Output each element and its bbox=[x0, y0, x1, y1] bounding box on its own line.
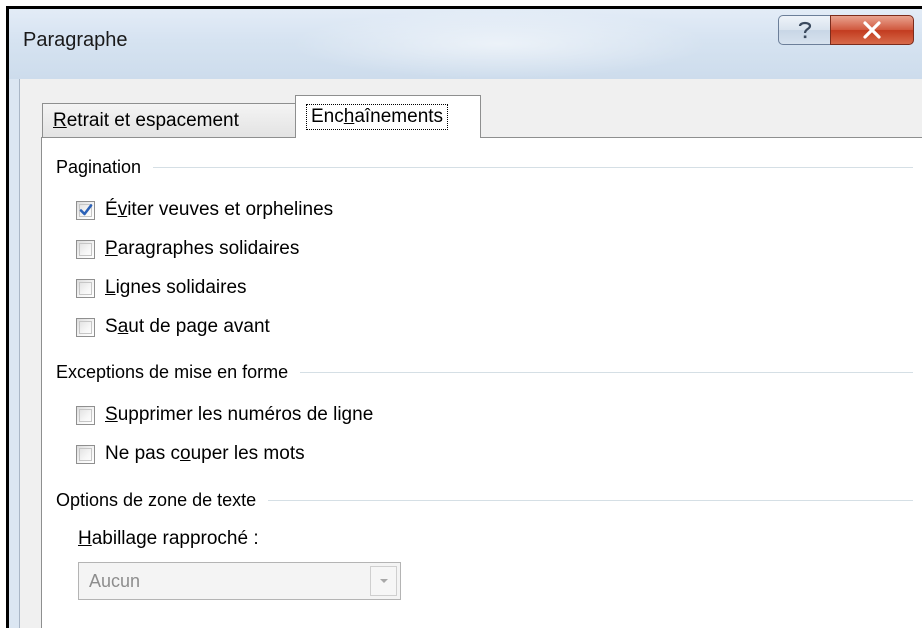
checkbox-label: Paragraphes solidaires bbox=[105, 238, 300, 259]
checkbox-supprimer-numeros[interactable]: Supprimer les numéros de ligne bbox=[76, 402, 373, 428]
checkbox[interactable] bbox=[76, 239, 95, 259]
habillage-select[interactable]: Aucun bbox=[78, 562, 401, 600]
title-bar: Paragraphe bbox=[9, 9, 922, 79]
habillage-label: Habillage rapproché : bbox=[78, 528, 259, 549]
tab-label: Retrait et espacement bbox=[53, 109, 239, 131]
checkbox-label: Éviter veuves et orphelines bbox=[105, 199, 334, 220]
group-title: Exceptions de mise en forme bbox=[56, 361, 289, 382]
tab-label: Enchaînements bbox=[306, 104, 449, 130]
checkbox-eviter-veuves[interactable]: Éviter veuves et orphelines bbox=[76, 197, 333, 223]
checkbox-paragraphes-solidaires[interactable]: Paragraphes solidaires bbox=[76, 236, 299, 262]
dropdown-button[interactable] bbox=[370, 566, 397, 596]
select-value: Aucun bbox=[89, 571, 141, 591]
chevron-down-icon bbox=[379, 579, 388, 583]
group-title: Options de zone de texte bbox=[56, 489, 257, 510]
question-mark-icon bbox=[798, 21, 811, 39]
close-x-icon bbox=[863, 21, 881, 39]
dialog-title: Paragraphe bbox=[23, 29, 128, 51]
checkbox[interactable] bbox=[76, 317, 95, 337]
checkbox[interactable] bbox=[76, 444, 95, 464]
checkbox-lignes-solidaires[interactable]: Lignes solidaires bbox=[76, 275, 247, 301]
separator bbox=[153, 166, 913, 168]
separator bbox=[300, 371, 913, 373]
checkbox[interactable] bbox=[76, 278, 95, 298]
close-button[interactable] bbox=[830, 15, 914, 45]
caption-buttons bbox=[778, 15, 914, 45]
checkbox-label: Ne pas couper les mots bbox=[105, 443, 305, 464]
group-title: Pagination bbox=[56, 156, 142, 177]
tab-enchainements[interactable]: Enchaînements bbox=[295, 95, 481, 138]
pagination-group-header: Pagination bbox=[56, 155, 913, 179]
checkbox-label: Saut de page avant bbox=[105, 316, 270, 337]
checkbox[interactable] bbox=[76, 405, 95, 425]
checkbox-ne-pas-couper[interactable]: Ne pas couper les mots bbox=[76, 441, 305, 467]
checkbox-label: Lignes solidaires bbox=[105, 277, 247, 298]
checkbox[interactable] bbox=[76, 200, 95, 220]
separator bbox=[268, 499, 913, 501]
exceptions-group-header: Exceptions de mise en forme bbox=[56, 360, 913, 384]
textbox-options-group-header: Options de zone de texte bbox=[56, 488, 913, 512]
tab-panel: Pagination Éviter veuves et orphelines P… bbox=[41, 137, 922, 628]
help-button[interactable] bbox=[778, 15, 830, 45]
checkmark-icon bbox=[79, 204, 92, 216]
checkbox-label: Supprimer les numéros de ligne bbox=[105, 404, 374, 425]
paragraph-dialog: Paragraphe Retrait et espacement Enchaîn… bbox=[9, 9, 922, 628]
dialog-content: Retrait et espacement Enchaînements Pagi… bbox=[19, 79, 922, 628]
checkbox-saut-de-page-avant[interactable]: Saut de page avant bbox=[76, 314, 270, 340]
tab-retrait-espacement[interactable]: Retrait et espacement bbox=[42, 103, 296, 137]
